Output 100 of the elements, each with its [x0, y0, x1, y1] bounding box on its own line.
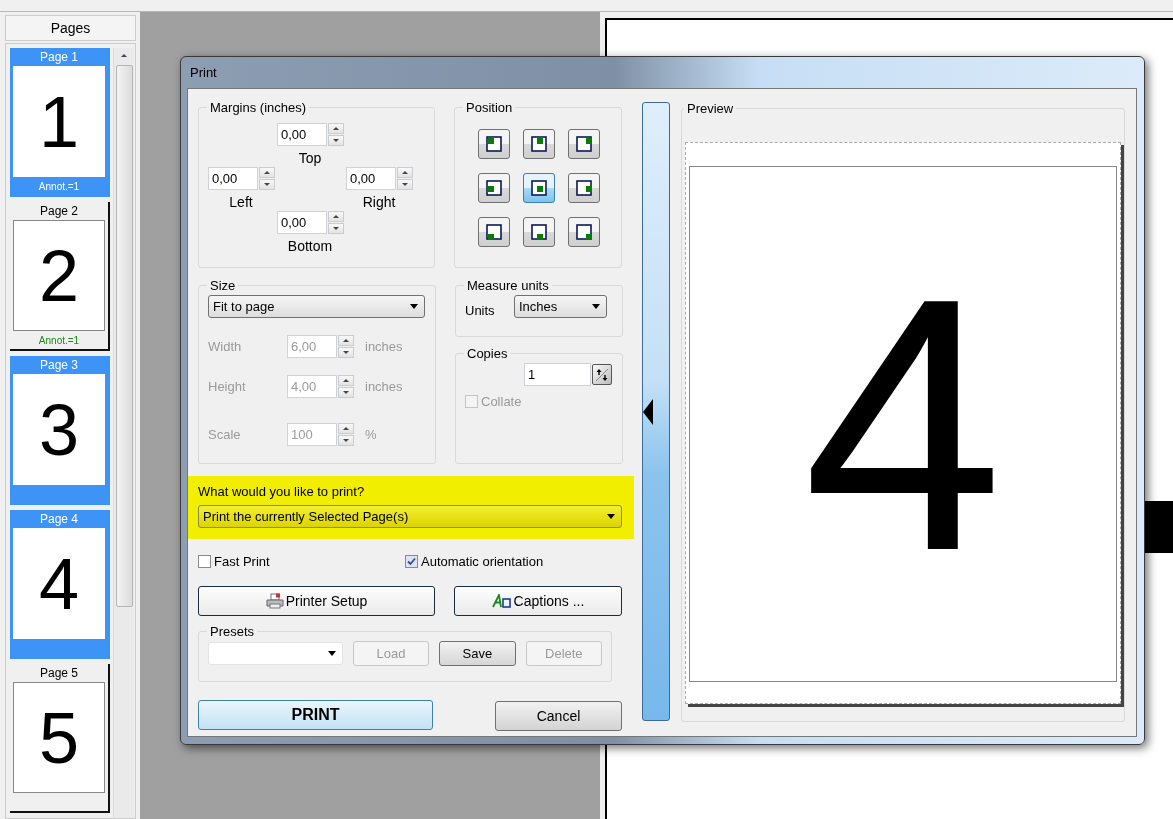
- annotation-count: Annot.=1: [38, 334, 80, 346]
- field-label: Bottom: [286, 238, 334, 254]
- dropdown[interactable]: Print the currently Selected Page(s): [198, 505, 622, 528]
- spin-down-button[interactable]: [338, 387, 354, 398]
- position-button[interactable]: [523, 129, 555, 159]
- field-label: Top: [297, 150, 323, 166]
- page-thumbnail[interactable]: Page 5 5: [10, 664, 110, 813]
- page-digit: 5: [38, 701, 79, 774]
- spin-button[interactable]: [592, 364, 612, 385]
- page-digit: 4: [802, 244, 1004, 604]
- spin-down-button[interactable]: [338, 435, 354, 446]
- dropdown[interactable]: Inches: [514, 295, 607, 318]
- spin-down-button[interactable]: [338, 347, 354, 358]
- position-button[interactable]: [478, 173, 510, 203]
- alignment-icon: [531, 224, 547, 240]
- checkbox-label: Collate: [481, 394, 522, 409]
- unit-label: inches: [365, 379, 403, 394]
- alignment-icon: [531, 136, 547, 152]
- spin-down-button[interactable]: [397, 179, 413, 190]
- annotation-count: Annot.=1: [38, 180, 80, 192]
- unit-label: inches: [365, 339, 403, 354]
- spin-down-button[interactable]: [259, 179, 275, 190]
- position-button[interactable]: [568, 129, 600, 159]
- number-field[interactable]: 0,00: [208, 167, 258, 190]
- caret-icon: [607, 514, 615, 519]
- caret-icon: [410, 304, 418, 309]
- caret-icon: [592, 304, 600, 309]
- spin-up-button[interactable]: [328, 211, 344, 222]
- up-down-arrows-icon: [595, 367, 609, 382]
- alignment-icon: [486, 224, 502, 240]
- number-field[interactable]: 0,00: [346, 167, 396, 190]
- spin-up-button[interactable]: [338, 375, 354, 386]
- page-digit: 2: [38, 239, 79, 312]
- field-label: Left: [228, 194, 254, 210]
- scrollbar-thumb[interactable]: [115, 65, 133, 607]
- page-label: Page 1: [39, 50, 78, 64]
- page-label: Page 2: [39, 204, 78, 218]
- printer-icon: [265, 593, 284, 609]
- captions-button[interactable]: Captions ...: [454, 586, 622, 616]
- checkbox-label: Fast Print: [214, 554, 270, 569]
- checkbox[interactable]: [198, 555, 211, 568]
- alignment-icon: [576, 224, 592, 240]
- left-arrow-icon: [643, 398, 653, 425]
- field-label: Units: [465, 303, 495, 318]
- position-button[interactable]: [523, 217, 555, 247]
- group-title: Copies: [466, 346, 509, 361]
- spin-up-button[interactable]: [328, 123, 344, 134]
- field-label: Width: [208, 339, 243, 354]
- text-style-icon: [491, 594, 512, 608]
- spin-up-button[interactable]: [259, 167, 275, 178]
- spin-up-button[interactable]: [338, 335, 354, 346]
- printer-setup-button[interactable]: Printer Setup: [198, 586, 435, 616]
- alignment-icon: [531, 180, 547, 196]
- caret-icon: [327, 651, 336, 656]
- position-button[interactable]: [478, 129, 510, 159]
- field-label: Scale: [208, 427, 242, 442]
- spin-up-button[interactable]: [338, 423, 354, 434]
- checkbox[interactable]: [405, 555, 418, 568]
- page-thumbnail[interactable]: Page 4 4: [10, 510, 110, 659]
- page-label: Page 4: [39, 512, 78, 526]
- number-field[interactable]: 0,00: [277, 211, 327, 234]
- page-digit: 1: [38, 85, 79, 158]
- question-label: What would you like to print?: [198, 484, 366, 499]
- field-label: Right: [361, 194, 397, 210]
- position-button[interactable]: [523, 173, 555, 203]
- group-title: Preview: [686, 101, 735, 116]
- alignment-icon: [486, 136, 502, 152]
- cancel-button[interactable]: Cancel: [495, 701, 622, 731]
- print-button[interactable]: PRINT: [198, 700, 433, 730]
- number-field[interactable]: 1: [524, 363, 591, 386]
- scrollbar[interactable]: [113, 48, 134, 818]
- page-thumbnail[interactable]: Page 2 2 Annot.=1: [10, 202, 110, 351]
- page-label: Page 3: [39, 358, 78, 372]
- preset-button[interactable]: Save: [439, 641, 516, 666]
- number-field[interactable]: 0,00: [277, 123, 327, 146]
- group-title: Position: [465, 100, 514, 115]
- window-title: Print: [190, 65, 217, 80]
- page-thumbnail[interactable]: Page 1 1 Annot.=1: [10, 48, 110, 197]
- alignment-icon: [576, 180, 592, 196]
- page-label: Page 5: [39, 666, 78, 680]
- group-title: Presets: [209, 624, 256, 639]
- group-title: Size: [209, 278, 237, 293]
- position-button[interactable]: [568, 173, 600, 203]
- group-title: Margins (inches): [209, 100, 308, 115]
- page-thumbnail[interactable]: Page 3 3: [10, 356, 110, 505]
- panel-header: Pages: [5, 15, 136, 41]
- unit-label: %: [365, 427, 377, 442]
- spin-down-button[interactable]: [328, 223, 344, 234]
- position-button[interactable]: [478, 217, 510, 247]
- dropdown[interactable]: Fit to page: [208, 295, 425, 318]
- splitter-bar[interactable]: [642, 102, 670, 721]
- field-label: Height: [208, 379, 247, 394]
- group-title: Measure units: [466, 278, 550, 293]
- position-button[interactable]: [568, 217, 600, 247]
- page-digit: 3: [38, 393, 79, 466]
- spin-up-button[interactable]: [397, 167, 413, 178]
- alignment-icon: [486, 180, 502, 196]
- spin-down-button[interactable]: [328, 135, 344, 146]
- checkbox-label: Automatic orientation: [421, 554, 544, 569]
- page-digit: 4: [38, 547, 79, 620]
